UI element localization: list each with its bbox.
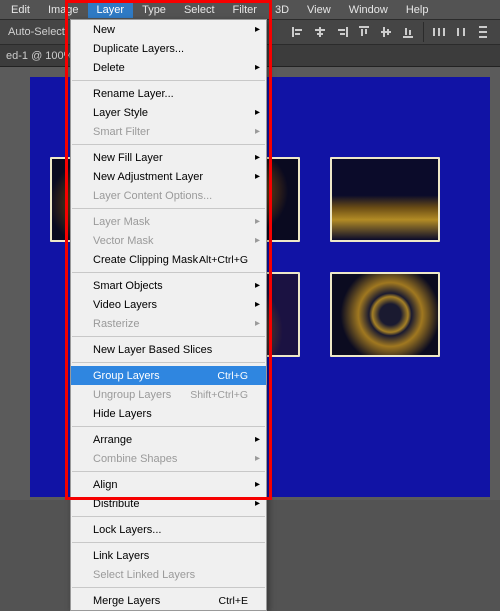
menu-layer[interactable]: Layer <box>88 2 134 18</box>
menu-item-label: Smart Filter <box>93 126 150 138</box>
menu-item-duplicate-layers[interactable]: Duplicate Layers... <box>71 39 266 58</box>
menu-divider <box>72 144 265 145</box>
menu-item-new-adjustment-layer[interactable]: New Adjustment Layer <box>71 167 266 186</box>
menu-edit[interactable]: Edit <box>2 2 39 18</box>
menu-divider <box>72 362 265 363</box>
menu-item-label: Rasterize <box>93 318 139 330</box>
menu-item-label: Vector Mask <box>93 235 154 247</box>
align-center-v-icon[interactable] <box>375 22 397 42</box>
separator <box>423 22 424 42</box>
menubar: EditImageLayerTypeSelectFilter3DViewWind… <box>0 0 500 19</box>
menu-item-distribute[interactable]: Distribute <box>71 494 266 513</box>
align-right-icon[interactable] <box>331 22 353 42</box>
align-tool-icons <box>287 22 494 42</box>
menu-item-label: Layer Style <box>93 107 148 119</box>
menu-divider <box>72 516 265 517</box>
menu-item-smart-objects[interactable]: Smart Objects <box>71 276 266 295</box>
menu-item-label: Duplicate Layers... <box>93 43 184 55</box>
menu-item-label: Distribute <box>93 498 139 510</box>
menu-select[interactable]: Select <box>175 2 224 18</box>
menu-item-layer-content-options: Layer Content Options... <box>71 186 266 205</box>
menu-item-shortcut: Ctrl+E <box>219 595 248 607</box>
menu-window[interactable]: Window <box>340 2 397 18</box>
menu-item-label: New Layer Based Slices <box>93 344 212 356</box>
menu-item-label: Align <box>93 479 117 491</box>
menu-item-new-fill-layer[interactable]: New Fill Layer <box>71 148 266 167</box>
menu-item-label: New <box>93 24 115 36</box>
menu-divider <box>72 471 265 472</box>
menu-divider <box>72 587 265 588</box>
menu-item-arrange[interactable]: Arrange <box>71 430 266 449</box>
distribute-v-icon[interactable] <box>472 22 494 42</box>
menu-filter[interactable]: Filter <box>224 2 266 18</box>
menu-item-label: New Adjustment Layer <box>93 171 203 183</box>
image-thumb[interactable] <box>330 157 440 242</box>
menu-item-label: New Fill Layer <box>93 152 163 164</box>
menu-item-layer-style[interactable]: Layer Style <box>71 103 266 122</box>
menu-divider <box>72 80 265 81</box>
auto-select-label: Auto-Select: <box>4 26 72 38</box>
menu-item-label: Video Layers <box>93 299 157 311</box>
menu-item-new-layer-based-slices[interactable]: New Layer Based Slices <box>71 340 266 359</box>
menu-item-rename-layer[interactable]: Rename Layer... <box>71 84 266 103</box>
menu-item-label: Group Layers <box>93 370 160 382</box>
menu-item-label: Link Layers <box>93 550 149 562</box>
menu-item-create-clipping-mask[interactable]: Create Clipping MaskAlt+Ctrl+G <box>71 250 266 269</box>
menu-item-label: Create Clipping Mask <box>93 254 198 266</box>
menu-view[interactable]: View <box>298 2 340 18</box>
menu-3d[interactable]: 3D <box>266 2 298 18</box>
menu-item-label: Select Linked Layers <box>93 569 195 581</box>
menu-item-merge-layers[interactable]: Merge Layers Ctrl+E <box>71 591 266 610</box>
menu-item-layer-mask: Layer Mask <box>71 212 266 231</box>
menu-item-smart-filter: Smart Filter <box>71 122 266 141</box>
menu-item-link-layers[interactable]: Link Layers <box>71 546 266 565</box>
menu-help[interactable]: Help <box>397 2 438 18</box>
align-center-h-icon[interactable] <box>309 22 331 42</box>
menu-type[interactable]: Type <box>133 2 175 18</box>
distribute-center-h-icon[interactable] <box>450 22 472 42</box>
menu-item-group-layers[interactable]: Group Layers Ctrl+G <box>71 366 266 385</box>
menu-item-delete[interactable]: Delete <box>71 58 266 77</box>
menu-divider <box>72 272 265 273</box>
menu-item-label: Rename Layer... <box>93 88 174 100</box>
menu-item-shortcut: Alt+Ctrl+G <box>199 254 248 266</box>
align-left-icon[interactable] <box>287 22 309 42</box>
menu-item-vector-mask: Vector Mask <box>71 231 266 250</box>
menu-item-new[interactable]: New <box>71 20 266 39</box>
menu-item-label: Layer Content Options... <box>93 190 212 202</box>
align-top-icon[interactable] <box>353 22 375 42</box>
menu-item-rasterize: Rasterize <box>71 314 266 333</box>
menu-divider <box>72 542 265 543</box>
menu-item-combine-shapes: Combine Shapes <box>71 449 266 468</box>
menu-item-video-layers[interactable]: Video Layers <box>71 295 266 314</box>
menu-item-label: Combine Shapes <box>93 453 177 465</box>
menu-item-ungroup-layers: Ungroup Layers Shift+Ctrl+G <box>71 385 266 404</box>
menu-item-align[interactable]: Align <box>71 475 266 494</box>
menu-item-label: Hide Layers <box>93 408 152 420</box>
menu-divider <box>72 426 265 427</box>
align-bottom-icon[interactable] <box>397 22 419 42</box>
menu-image[interactable]: Image <box>39 2 88 18</box>
distribute-h-icon[interactable] <box>428 22 450 42</box>
menu-item-label: Smart Objects <box>93 280 163 292</box>
menu-item-label: Layer Mask <box>93 216 150 228</box>
menu-item-select-linked-layers: Select Linked Layers <box>71 565 266 584</box>
menu-item-label: Merge Layers <box>93 595 160 607</box>
menu-item-label: Ungroup Layers <box>93 389 171 401</box>
menu-item-label: Lock Layers... <box>93 524 161 536</box>
menu-item-label: Arrange <box>93 434 132 446</box>
menu-item-label: Delete <box>93 62 125 74</box>
layer-menu-dropdown: New Duplicate Layers... Delete Rename Layer… <box>70 19 267 611</box>
menu-divider <box>72 208 265 209</box>
menu-divider <box>72 336 265 337</box>
menu-item-shortcut: Ctrl+G <box>217 370 248 382</box>
image-thumb[interactable] <box>330 272 440 357</box>
menu-item-shortcut: Shift+Ctrl+G <box>190 389 248 401</box>
menu-item-lock-layers[interactable]: Lock Layers... <box>71 520 266 539</box>
menu-item-hide-layers[interactable]: Hide Layers <box>71 404 266 423</box>
